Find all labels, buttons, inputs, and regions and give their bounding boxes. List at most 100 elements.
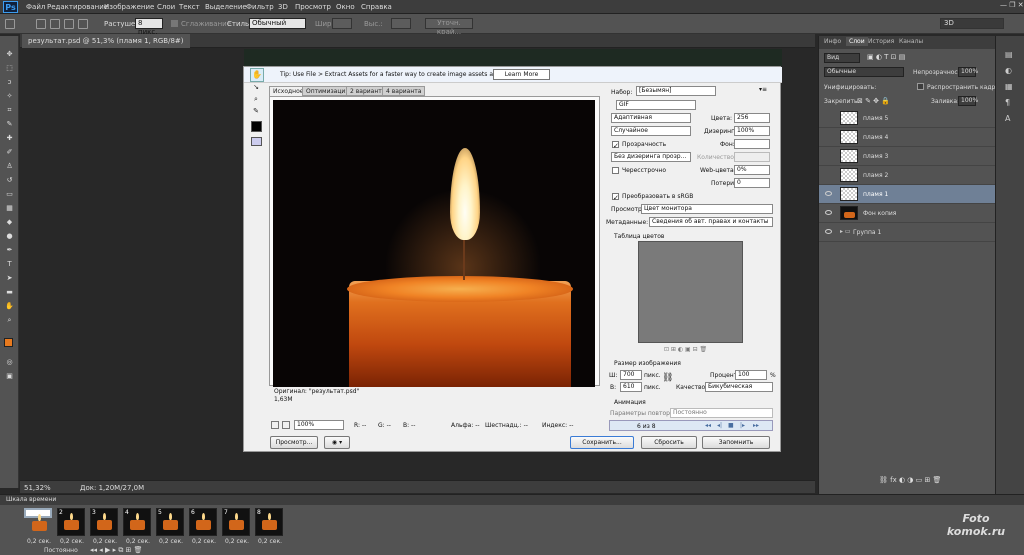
layer-filter-icons[interactable]: ▣ ◐ T ⊡ ▤ <box>867 53 905 61</box>
history-brush-icon[interactable]: ↺ <box>4 176 15 185</box>
menu-help[interactable]: Справка <box>361 3 392 11</box>
blur-tool-icon[interactable]: ◆ <box>4 218 15 227</box>
prev-frame-icon[interactable]: ◂| <box>717 422 722 429</box>
foreground-color-swatch[interactable] <box>4 338 13 347</box>
menu-select[interactable]: Выделение <box>205 3 247 11</box>
convert-srgb-checkbox[interactable]: ✓ <box>612 193 619 202</box>
frame-3[interactable]: 3 <box>90 508 118 536</box>
browser-preview-button[interactable]: ◉ ▾ <box>324 436 350 449</box>
zoom-out-icon[interactable] <box>271 421 279 429</box>
hand-tool-icon[interactable]: ✋ <box>4 302 15 311</box>
frame-1[interactable]: 1 <box>24 508 52 531</box>
frame-delay[interactable]: 0,2 сек. <box>126 538 150 545</box>
move-tool-icon[interactable]: ✥ <box>4 50 15 59</box>
zoom-tool-icon[interactable]: ⌕ <box>4 316 15 325</box>
refine-edge-button[interactable]: Уточн. край... <box>425 18 473 36</box>
loop-select[interactable]: Постоянно <box>670 408 773 418</box>
pen-tool-icon[interactable]: ✒ <box>4 246 15 255</box>
eyedropper-icon[interactable]: ✎ <box>251 107 261 116</box>
layer-actions[interactable]: ⛓ fx ◐ ◑ ▭ ⊞ 🗑 <box>879 476 941 484</box>
preset-select[interactable]: [Безымян] <box>636 86 716 96</box>
layer-filter-select[interactable]: Вид <box>824 53 860 63</box>
workspace-select[interactable]: 3D <box>940 18 1004 29</box>
fill-input[interactable]: 100% <box>958 96 978 106</box>
dither-method-select[interactable]: Случайное <box>611 126 691 136</box>
eyedropper-icon[interactable]: ✎ <box>4 120 15 129</box>
frame-7[interactable]: 7 <box>222 508 250 536</box>
transparency-checkbox[interactable]: ✓ <box>612 141 619 150</box>
preview-mode-select[interactable]: Цвет монитора <box>641 204 773 214</box>
next-frame-icon[interactable]: |▸ <box>740 422 745 429</box>
layer-row[interactable]: Фон копия <box>819 204 995 223</box>
frame-4[interactable]: 4 <box>123 508 151 536</box>
gradient-tool-icon[interactable]: ▦ <box>4 204 15 213</box>
dodge-tool-icon[interactable]: ● <box>4 232 15 241</box>
crop-tool-icon[interactable]: ⌗ <box>4 106 15 115</box>
learn-more-button[interactable]: Learn More <box>493 69 550 80</box>
quick-mask-icon[interactable]: ◎ <box>4 358 15 367</box>
zoom-icon[interactable]: ⌕ <box>251 95 261 104</box>
type-tool-icon[interactable]: T <box>4 260 15 269</box>
zoom-in-icon[interactable] <box>282 421 290 429</box>
frame-delay[interactable]: 0,2 сек. <box>27 538 51 545</box>
layer-row[interactable]: пламя 4 <box>819 128 995 147</box>
percent-input[interactable]: 100 <box>735 370 767 380</box>
frame-delay[interactable]: 0,2 сек. <box>192 538 216 545</box>
expand-arrow-icon[interactable]: ▸ ▭ <box>840 228 851 235</box>
loop-select[interactable]: Постоянно <box>44 547 78 554</box>
width-input[interactable]: 700 <box>620 370 642 380</box>
add-selection-icon[interactable] <box>50 19 60 29</box>
tab-history[interactable]: История <box>868 38 894 45</box>
subtract-selection-icon[interactable] <box>64 19 74 29</box>
playback-controls[interactable]: ◂◂ ◂ ▶ ▸ ⧉ ⊞ 🗑 <box>90 546 143 555</box>
menu-edit[interactable]: Редактирование <box>47 3 108 11</box>
frame-delay[interactable]: 0,2 сек. <box>159 538 183 545</box>
style-select[interactable]: Обычный <box>249 18 306 29</box>
last-frame-icon[interactable]: ▸▸ <box>753 422 759 429</box>
save-button[interactable]: Сохранить... <box>570 436 634 449</box>
preview-button[interactable]: Просмотр... <box>270 436 318 449</box>
panel-icon[interactable]: ◐ <box>1005 66 1012 75</box>
metadata-select[interactable]: Сведения об авт. правах и контакты <box>649 217 773 227</box>
frame-delay[interactable]: 0,2 сек. <box>60 538 84 545</box>
tab-4-up[interactable]: 4 варианта <box>382 86 426 96</box>
width-input[interactable] <box>332 18 352 29</box>
frame-2[interactable]: 2 <box>57 508 85 536</box>
interlaced-checkbox[interactable] <box>612 167 619 174</box>
colors-input[interactable]: 256 <box>734 113 770 123</box>
marquee-tool-icon[interactable] <box>5 19 15 29</box>
quality-select[interactable]: Бикубическая <box>705 382 773 392</box>
lossy-input[interactable]: 0 <box>734 178 770 188</box>
tab-layers[interactable]: Слои <box>846 37 868 46</box>
matte-select[interactable] <box>734 139 770 149</box>
stop-icon[interactable]: ■ <box>728 422 734 429</box>
frame-8[interactable]: 8 <box>255 508 283 536</box>
layer-row[interactable]: пламя 3 <box>819 147 995 166</box>
menu-file[interactable]: Файл <box>26 3 45 11</box>
settings-menu-icon[interactable]: ▾≡ <box>759 86 767 93</box>
brush-tool-icon[interactable]: ✐ <box>4 148 15 157</box>
healing-brush-icon[interactable]: ✚ <box>4 134 15 143</box>
menu-view[interactable]: Просмотр <box>295 3 331 11</box>
menu-window[interactable]: Окно <box>336 3 355 11</box>
new-selection-icon[interactable] <box>36 19 46 29</box>
frame-delay[interactable]: 0,2 сек. <box>258 538 282 545</box>
eyedropper-color-swatch[interactable] <box>251 121 262 132</box>
feather-input[interactable]: 8 пикс. <box>135 18 163 36</box>
window-controls[interactable]: — ❐ ✕ <box>1000 1 1024 9</box>
propagate-checkbox[interactable] <box>917 83 924 90</box>
document-tab[interactable]: результат.psd @ 51,3% (пламя 1, RGB/8#) <box>22 34 190 48</box>
frame-delay[interactable]: 0,2 сек. <box>225 538 249 545</box>
toggle-slices-icon[interactable] <box>251 137 262 146</box>
lock-icons[interactable]: ⊠ ✎ ✥ 🔒 <box>857 97 890 105</box>
color-table-tools[interactable]: ⊡ ⊞ ◐ ▣ ⊟ 🗑 <box>664 346 707 353</box>
tab-info[interactable]: Инфо <box>824 38 841 45</box>
zoom-select[interactable]: 100% <box>294 420 344 430</box>
path-select-icon[interactable]: ➤ <box>4 274 15 283</box>
layer-row[interactable]: пламя 2 <box>819 166 995 185</box>
frame-delay[interactable]: 0,2 сек. <box>93 538 117 545</box>
format-select[interactable]: GIF <box>616 100 696 110</box>
reduction-select[interactable]: Адаптивная <box>611 113 691 123</box>
opacity-input[interactable]: 100% <box>958 67 978 77</box>
menu-filter[interactable]: Фильтр <box>246 3 274 11</box>
